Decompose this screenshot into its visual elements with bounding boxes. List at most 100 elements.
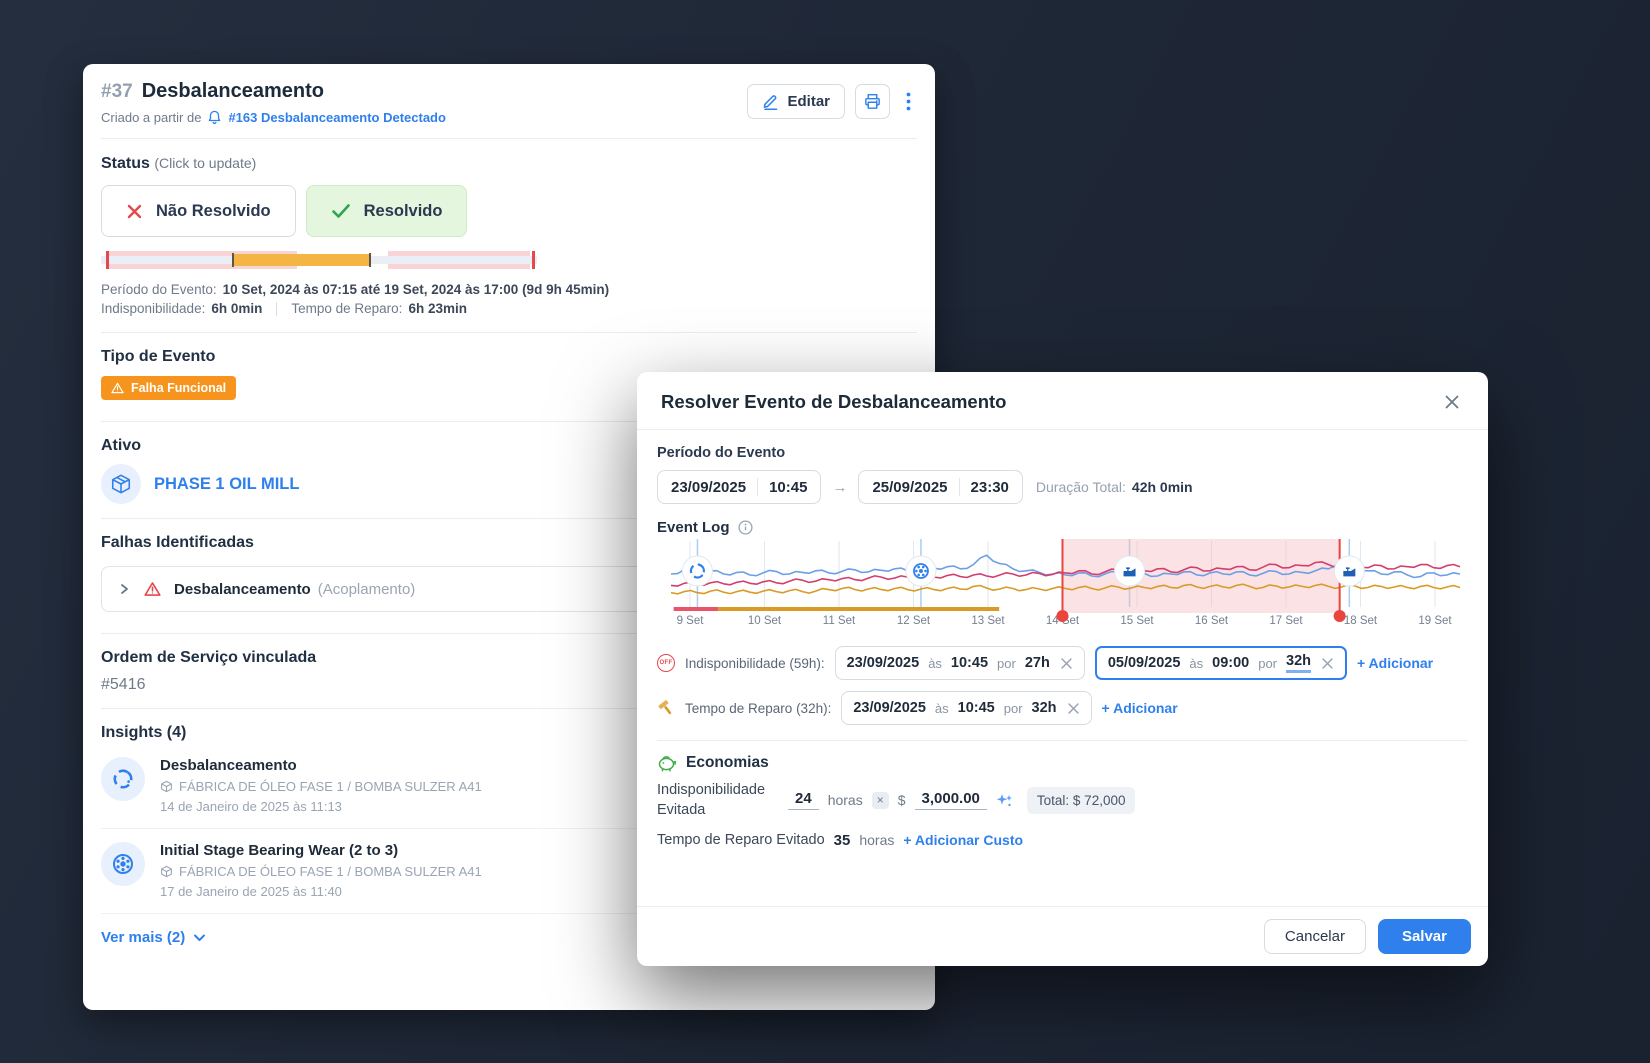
more-options-button[interactable]: [900, 88, 917, 115]
status-hint: (Click to update): [154, 155, 256, 171]
start-time-value[interactable]: 10:45: [769, 479, 807, 496]
hourly-cost-input[interactable]: 3,000.00: [915, 790, 987, 810]
check-mark-icon: [331, 202, 351, 220]
end-time-value[interactable]: 23:30: [971, 479, 1009, 496]
remove-entry-button[interactable]: [1321, 657, 1334, 670]
entry-for-label: por: [1004, 701, 1023, 716]
downtime-row: OFF Indisponibilidade (59h): 23/09/2025 …: [657, 646, 1468, 680]
hammer-icon: [657, 699, 675, 717]
insight-avatar: [101, 842, 145, 886]
x-tick-label: 10 Set: [748, 615, 781, 627]
event-timeline-bar[interactable]: [101, 251, 537, 269]
edit-button[interactable]: Editar: [747, 84, 845, 119]
print-button[interactable]: [855, 84, 890, 119]
entry-duration-editing[interactable]: 32h: [1286, 653, 1311, 673]
created-from-link[interactable]: #163 Desbalanceamento Detectado: [228, 110, 445, 125]
x-tick-label: 17 Set: [1269, 615, 1302, 627]
entry-date[interactable]: 23/09/2025: [847, 655, 920, 671]
modal-divider: [657, 740, 1468, 741]
ai-sparkle-icon[interactable]: [996, 792, 1013, 809]
repair-entry[interactable]: 23/09/2025 às 10:45 por 32h: [841, 691, 1091, 725]
app-background: { "colors": { "accent_blue": "#2f80ed", …: [0, 0, 1650, 1063]
fault-name: Desbalanceamento: [174, 581, 311, 598]
status-label: Status: [101, 155, 150, 172]
downtime-entry[interactable]: 23/09/2025 às 10:45 por 27h: [835, 646, 1085, 680]
meta-separator: [276, 302, 277, 316]
entry-at-label: às: [928, 656, 942, 671]
multiply-sign: ×: [872, 792, 889, 809]
timeline-start-marker: [106, 251, 109, 269]
remove-entry-button[interactable]: [1067, 702, 1080, 715]
entry-at-label: às: [1189, 656, 1203, 671]
warning-triangle-icon: [111, 382, 124, 394]
created-from-label: Criado a partir de: [101, 110, 201, 125]
cancel-button[interactable]: Cancelar: [1264, 919, 1366, 954]
avoided-repair-label: Tempo de Reparo Evitado: [657, 832, 825, 848]
entry-date[interactable]: 05/09/2025: [1108, 655, 1181, 671]
bearing-icon[interactable]: [906, 556, 936, 586]
status-resolved-button[interactable]: Resolvido: [306, 185, 468, 237]
hours-unit-label: horas: [859, 832, 894, 848]
input-separator: [757, 478, 758, 496]
oil-can-icon[interactable]: [1115, 556, 1145, 586]
repair-row: Tempo de Reparo (32h): 23/09/2025 às 10:…: [657, 691, 1468, 725]
close-modal-button[interactable]: [1440, 390, 1464, 414]
modal-period-label: Período do Evento: [657, 445, 1468, 461]
x-tick-label: 18 Set: [1344, 615, 1377, 627]
start-date-value[interactable]: 23/09/2025: [671, 479, 746, 496]
add-repair-link[interactable]: + Adicionar: [1102, 700, 1178, 716]
remove-entry-button[interactable]: [1060, 657, 1073, 670]
small-cube-icon: [160, 865, 173, 878]
small-cube-icon: [160, 780, 173, 793]
event-card-header: #37 Desbalanceamento Criado a partir de …: [101, 64, 917, 139]
chevron-right-icon: [117, 582, 131, 596]
avoided-repair-hours[interactable]: 35: [834, 832, 851, 849]
add-downtime-link[interactable]: + Adicionar: [1357, 655, 1433, 671]
start-datetime-input[interactable]: 23/09/2025 10:45: [657, 470, 821, 504]
duration-label: Duração Total:: [1036, 479, 1126, 495]
timeline-tick: [369, 253, 371, 267]
unbalance-icon: [111, 767, 135, 791]
add-cost-link[interactable]: + Adicionar Custo: [903, 832, 1023, 848]
alarm-bell-icon: [207, 109, 222, 125]
end-date-value[interactable]: 25/09/2025: [872, 479, 947, 496]
entry-time[interactable]: 10:45: [951, 655, 988, 671]
entry-time[interactable]: 10:45: [958, 700, 995, 716]
resolved-label: Resolvido: [364, 202, 443, 221]
timeline-end-marker: [532, 251, 535, 269]
section-divider: [101, 332, 917, 333]
info-icon[interactable]: [738, 520, 753, 535]
save-button[interactable]: Salvar: [1378, 919, 1471, 954]
entry-duration[interactable]: 27h: [1025, 655, 1050, 671]
x-tick-label: 11 Set: [823, 615, 855, 627]
x-tick-label: 16 Set: [1195, 615, 1228, 627]
status-not-resolved-button[interactable]: Não Resolvido: [101, 185, 296, 237]
see-more-label: Ver mais (2): [101, 929, 185, 946]
timeline-repair-segment: [233, 254, 371, 266]
pencil-icon: [762, 93, 779, 110]
entry-for-label: por: [997, 656, 1016, 671]
repair-label: Tempo de Reparo:: [291, 301, 402, 316]
end-datetime-input[interactable]: 25/09/2025 23:30: [858, 470, 1022, 504]
period-label: Período do Evento:: [101, 282, 217, 297]
unbalance-icon[interactable]: [682, 556, 712, 586]
entry-duration[interactable]: 32h: [1032, 700, 1057, 716]
avoided-downtime-hours-input[interactable]: 24: [788, 790, 819, 810]
entry-date[interactable]: 23/09/2025: [853, 700, 926, 716]
event-type-badge[interactable]: Falha Funcional: [101, 376, 236, 400]
period-value: 10 Set, 2024 às 07:15 até 19 Set, 2024 à…: [223, 282, 610, 297]
event-log-chart[interactable]: 9 Set10 Set11 Set12 Set13 Set14 Set15 Se…: [657, 539, 1468, 635]
duration-value: 42h 0min: [1132, 479, 1193, 495]
savings-total-pill: Total: $ 72,000: [1027, 787, 1136, 814]
printer-icon: [863, 92, 882, 111]
x-tick-label: 15 Set: [1120, 615, 1153, 627]
event-id: #37: [101, 81, 133, 103]
entry-time[interactable]: 09:00: [1212, 655, 1249, 671]
input-separator: [959, 478, 960, 496]
savings-section-header: Economias: [657, 753, 1468, 773]
x-tick-label: 19 Set: [1418, 615, 1451, 627]
event-title: Desbalanceamento: [142, 80, 324, 103]
oil-can-icon[interactable]: [1334, 556, 1364, 586]
x-tick-label: 13 Set: [971, 615, 1004, 627]
downtime-entry-focused[interactable]: 05/09/2025 às 09:00 por 32h: [1095, 646, 1347, 680]
